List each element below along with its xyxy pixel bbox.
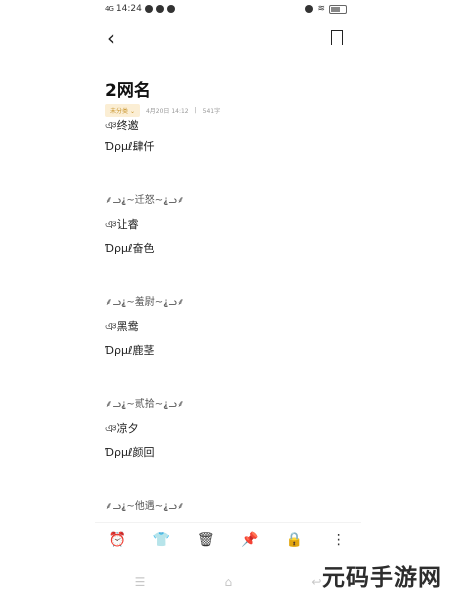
signal-icon: 4G: [105, 5, 114, 13]
word-count: 541字: [202, 108, 221, 115]
content-line: ⸙ᓗ⸘~迁怒~⸘ᓗ⸙: [105, 195, 185, 206]
content-line: ঞ让睿: [105, 218, 139, 231]
menu-icon[interactable]: ☰: [135, 575, 146, 589]
content-line: Ɗρμℓ鹿茎: [105, 344, 155, 357]
divider: |: [194, 107, 197, 114]
name-group: ⸙ᓗ⸘~迁怒~⸘ᓗ⸙ ঞ让睿 Ɗρμℓ奋色: [105, 189, 345, 261]
notification-icon: [155, 5, 164, 13]
content-line: ঞ黑鸯: [105, 320, 139, 333]
back-nav-icon[interactable]: ↩: [311, 575, 321, 589]
notification-icon: [166, 5, 175, 13]
note-meta: 未分类 ⌄ 4月20日 14:12 | 541字: [105, 104, 220, 117]
content-line: ঞ终邀: [105, 119, 139, 132]
note-content[interactable]: ঞ终邀 Ɗρμℓ肆仟 ⸙ᓗ⸘~迁怒~⸘ᓗ⸙ ঞ让睿 Ɗρμℓ奋色 ⸙ᓗ⸘~羞尉~…: [105, 117, 345, 519]
wifi-icon: ≋: [317, 4, 325, 14]
phone-screen: 4G 14:24 ≋ ‹ 2网名 未分类 ⌄ 4月20日 14:12 | 541…: [95, 0, 361, 600]
name-group: ⸙ᓗ⸘~羞尉~⸘ᓗ⸙ ঞ黑鸯 Ɗρμℓ鹿茎: [105, 291, 345, 363]
trash-icon[interactable]: 🗑: [196, 532, 216, 548]
theme-shirt-icon[interactable]: 👕: [151, 532, 171, 548]
content-line: ⸙ᓗ⸘~他遇~⸘ᓗ⸙: [105, 501, 185, 512]
category-selector[interactable]: 未分类 ⌄: [105, 104, 140, 117]
more-icon[interactable]: ⋮: [329, 532, 349, 548]
lock-icon[interactable]: 🔒: [284, 532, 304, 548]
content-line: Ɗρμℓ奋色: [105, 242, 155, 255]
content-line: Ɗρμℓ颜回: [105, 446, 155, 459]
alarm-clock-icon[interactable]: ⏰: [107, 532, 127, 548]
status-time: 14:24: [115, 4, 142, 14]
name-group: ঞ终邀 Ɗρμℓ肆仟: [105, 117, 345, 159]
content-line: ⸙ᓗ⸘~羞尉~⸘ᓗ⸙: [105, 297, 185, 308]
note-title[interactable]: 2网名: [105, 76, 151, 101]
bookmark-icon[interactable]: [331, 30, 343, 49]
name-group: ⸙ᓗ⸘~贰拾~⸘ᓗ⸙ ঞ凉夕 Ɗρμℓ颜回: [105, 393, 345, 465]
watermark-logo: 元码手游网: [322, 565, 442, 591]
category-label: 未分类: [110, 108, 129, 115]
status-bar: 4G 14:24 ≋: [95, 4, 361, 18]
home-icon[interactable]: ⌂: [225, 575, 233, 589]
notification-icon: [144, 5, 153, 13]
content-line: Ɗρμℓ肆仟: [105, 140, 155, 153]
bottom-toolbar: ⏰ 👕 🗑 📌 🔒 ⋮: [95, 522, 361, 557]
chevron-down-icon: ⌄: [129, 108, 135, 115]
name-group: ⸙ᓗ⸘~他遇~⸘ᓗ⸙: [105, 495, 345, 519]
battery-icon: [329, 4, 347, 14]
note-date: 4月20日 14:12: [145, 108, 189, 115]
content-line: ঞ凉夕: [105, 422, 139, 435]
pin-icon[interactable]: 📌: [240, 532, 260, 548]
alarm-status-icon: [305, 5, 314, 13]
content-line: ⸙ᓗ⸘~贰拾~⸘ᓗ⸙: [105, 399, 185, 410]
back-button[interactable]: ‹: [107, 28, 115, 48]
